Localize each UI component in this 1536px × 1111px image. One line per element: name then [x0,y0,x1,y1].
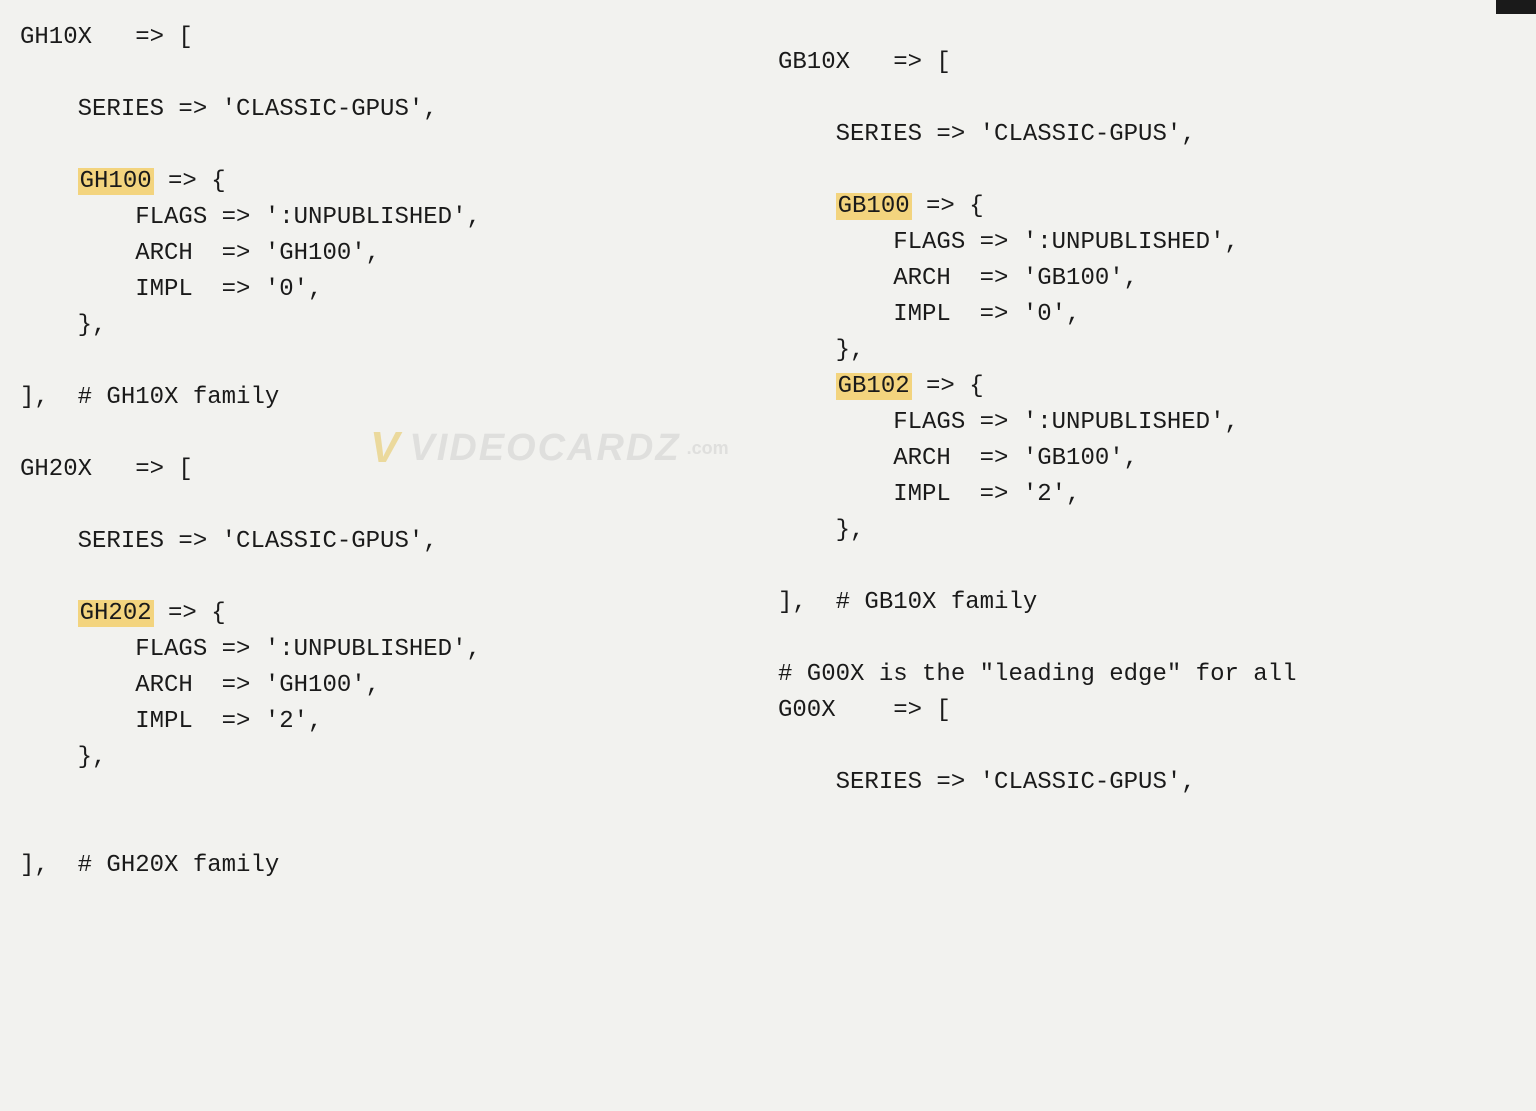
gh100-close: }, [20,312,106,339]
top-black-bar [1496,0,1536,14]
gb100-chip-highlight: GB100 [836,193,912,220]
gb102-indent [778,373,836,400]
gb102-flags: FLAGS => ':UNPUBLISHED', [778,409,1239,436]
gb100-arrow: => { [912,193,984,220]
code-columns: GH10X => [ SERIES => 'CLASSIC-GPUS', GH1… [20,20,1516,884]
gh202-impl: IMPL => '2', [20,708,322,735]
gh20x-arrow: => [ [92,456,193,483]
gb102-arrow: => { [912,373,984,400]
gh20x-name: GH20X [20,456,92,483]
gb10x-name: GB10X [778,49,850,76]
gh202-chip-highlight: GH202 [78,600,154,627]
gh100-arrow: => { [154,168,226,195]
gb102-close: }, [778,517,864,544]
gh20x-series: SERIES => 'CLASSIC-GPUS', [20,528,438,555]
gh100-chip-highlight: GH100 [78,168,154,195]
gh10x-arrow: => [ [92,24,193,51]
gb102-impl: IMPL => '2', [778,481,1080,508]
gh20x-close: ], # GH20X family [20,852,279,879]
gb10x-close: ], # GB10X family [778,589,1037,616]
gh100-flags: FLAGS => ':UNPUBLISHED', [20,204,481,231]
g00x-comment: # G00X is the "leading edge" for all [778,661,1296,688]
gb10x-arrow: => [ [850,49,951,76]
gh100-arch: ARCH => 'GH100', [20,240,380,267]
gb102-chip-highlight: GB102 [836,373,912,400]
gh202-flags: FLAGS => ':UNPUBLISHED', [20,636,481,663]
g00x-name: G00X [778,697,836,724]
g00x-arrow: => [ [836,697,951,724]
right-column: GB10X => [ SERIES => 'CLASSIC-GPUS', GB1… [778,20,1516,884]
gb102-arch: ARCH => 'GB100', [778,445,1138,472]
gh202-arrow: => { [154,600,226,627]
gh202-close: }, [20,744,106,771]
gh10x-series: SERIES => 'CLASSIC-GPUS', [20,96,438,123]
gh100-impl: IMPL => '0', [20,276,322,303]
gb100-flags: FLAGS => ':UNPUBLISHED', [778,229,1239,256]
gb10x-series: SERIES => 'CLASSIC-GPUS', [778,121,1196,148]
left-column: GH10X => [ SERIES => 'CLASSIC-GPUS', GH1… [20,20,758,884]
gh202-arch: ARCH => 'GH100', [20,672,380,699]
gb100-close: }, [778,337,864,364]
gb100-impl: IMPL => '0', [778,301,1080,328]
gb100-indent [778,193,836,220]
gh202-indent [20,600,78,627]
g00x-series: SERIES => 'CLASSIC-GPUS', [778,769,1196,796]
gh100-indent [20,168,78,195]
gh10x-close: ], # GH10X family [20,384,279,411]
gh10x-name: GH10X [20,24,92,51]
gb100-arch: ARCH => 'GB100', [778,265,1138,292]
